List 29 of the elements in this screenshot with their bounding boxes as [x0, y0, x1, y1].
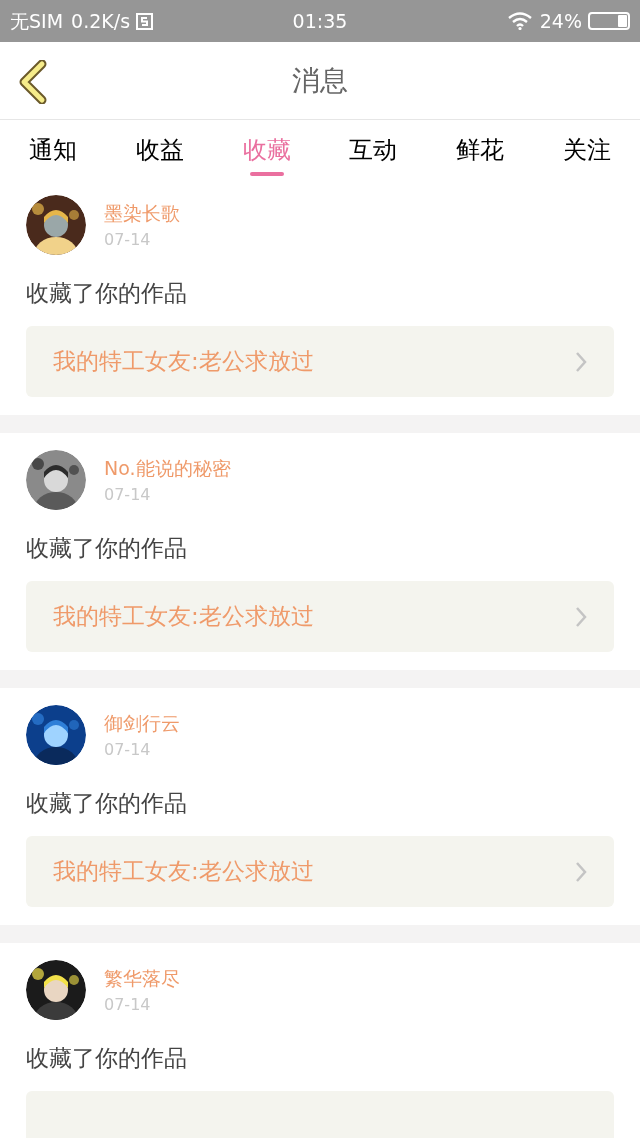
message-text: 收藏了你的作品 [26, 789, 188, 818]
tab[interactable]: 鲜花 [426, 120, 534, 178]
tab[interactable]: 通知 [0, 120, 107, 178]
clock: 01:35 [292, 9, 348, 32]
chevron-right-icon [575, 860, 587, 883]
book-link[interactable]: 我的特工女友:老公求放过 [26, 836, 614, 907]
book-link[interactable]: 我的特工女友:老公求放过 [26, 581, 614, 652]
chevron-right-icon [575, 350, 587, 373]
message-text: 收藏了你的作品 [26, 279, 188, 308]
username[interactable]: 繁华落尽 [104, 966, 180, 990]
book-link[interactable]: 我的特工女友:老公求放过 [26, 326, 614, 397]
username[interactable]: 御剑行云 [104, 711, 180, 735]
chevron-right-icon [575, 605, 587, 628]
username[interactable]: 墨染长歌 [104, 201, 180, 225]
tab[interactable]: 关注 [533, 120, 640, 178]
tab[interactable]: 收藏 [213, 120, 320, 178]
message-text: 收藏了你的作品 [26, 1044, 188, 1073]
tab[interactable]: 收益 [106, 120, 214, 178]
network-speed: 0.2K/s [71, 8, 131, 34]
back-icon [18, 60, 48, 104]
message-text: 收藏了你的作品 [26, 534, 188, 563]
battery-icon [588, 12, 630, 30]
tab[interactable]: 互动 [320, 120, 427, 178]
username[interactable]: No.能说的秘密 [104, 456, 231, 480]
page-title: 消息 [292, 62, 348, 99]
wifi-icon [507, 12, 532, 30]
carrier-text: 无SIM [10, 8, 64, 34]
sim-icon [136, 12, 154, 30]
battery-percent: 24% [539, 8, 582, 34]
